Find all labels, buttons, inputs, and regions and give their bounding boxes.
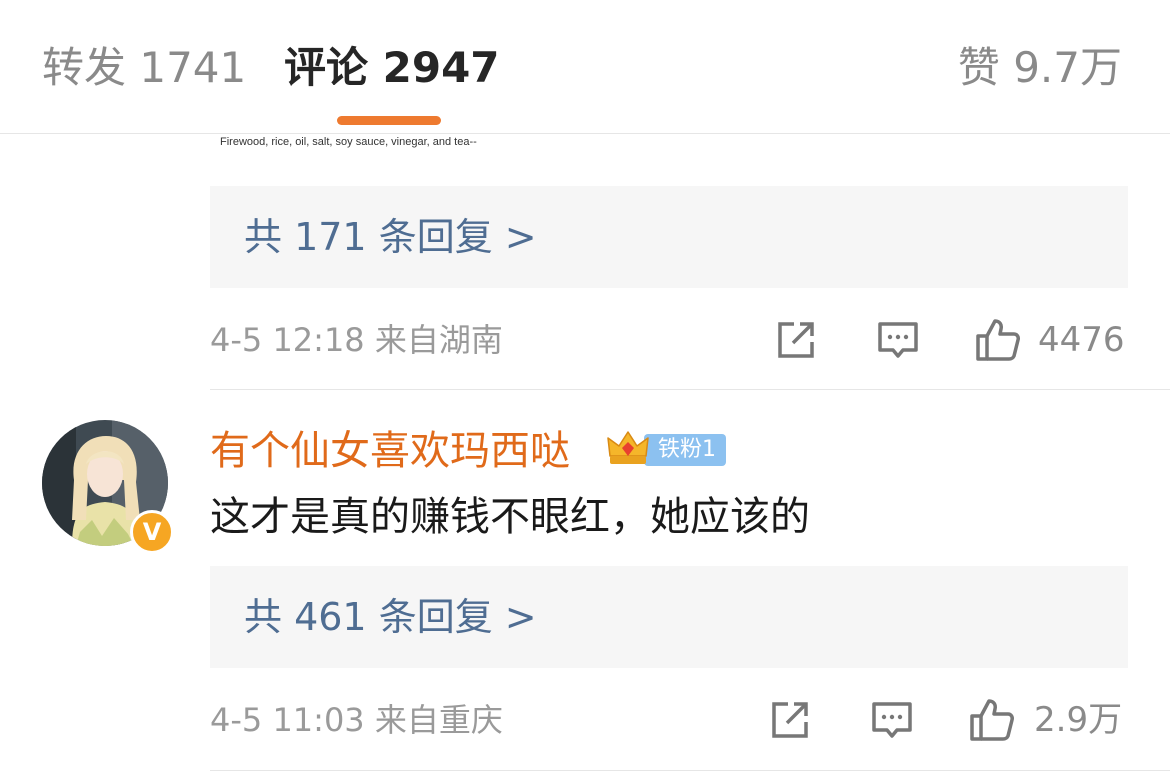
comment-text: 这才是真的赚钱不眼红，她应该的	[210, 494, 810, 540]
crown-icon	[606, 426, 650, 470]
comment-divider	[210, 389, 1170, 390]
like-count: 2.9万	[1034, 700, 1123, 740]
verified-icon: V	[130, 510, 174, 554]
share-icon[interactable]	[772, 316, 820, 364]
tab-bar: 转发 1741 评论 2947 赞 9.7万	[0, 0, 1170, 134]
comment-icon[interactable]	[868, 696, 916, 744]
comment-meta: 4-5 12:18 来自湖南 4476	[210, 316, 1128, 364]
comment-time-location: 4-5 11:03 来自重庆	[210, 701, 503, 739]
share-icon[interactable]	[766, 696, 814, 744]
comment-meta: 4-5 11:03 来自重庆 2.9万	[210, 696, 1128, 744]
tab-likes[interactable]: 赞 9.7万	[958, 40, 1122, 96]
like-icon[interactable]	[974, 316, 1022, 364]
tab-comments[interactable]: 评论 2947	[284, 40, 500, 96]
comment-time-location: 4-5 12:18 来自湖南	[210, 321, 503, 359]
tab-repost[interactable]: 转发 1741	[42, 40, 246, 96]
like-count: 4476	[1038, 320, 1125, 360]
like-icon[interactable]	[968, 696, 1016, 744]
replies-link[interactable]: 共 171 条回复 >	[210, 186, 1128, 288]
comment-username[interactable]: 有个仙女喜欢玛西哒	[210, 425, 570, 477]
comment-divider	[210, 770, 1170, 771]
fan-badge[interactable]: 铁粉1	[606, 426, 726, 470]
replies-link[interactable]: 共 461 条回复 >	[210, 566, 1128, 668]
replies-link-label: 共 461 条回复 >	[244, 595, 537, 639]
active-tab-indicator	[337, 116, 441, 125]
replies-link-label: 共 171 条回复 >	[244, 215, 537, 259]
fan-badge-label: 铁粉1	[644, 434, 726, 466]
comment-image-caption: Firewood, rice, oil, salt, soy sauce, vi…	[220, 136, 477, 148]
comment-icon[interactable]	[874, 316, 922, 364]
